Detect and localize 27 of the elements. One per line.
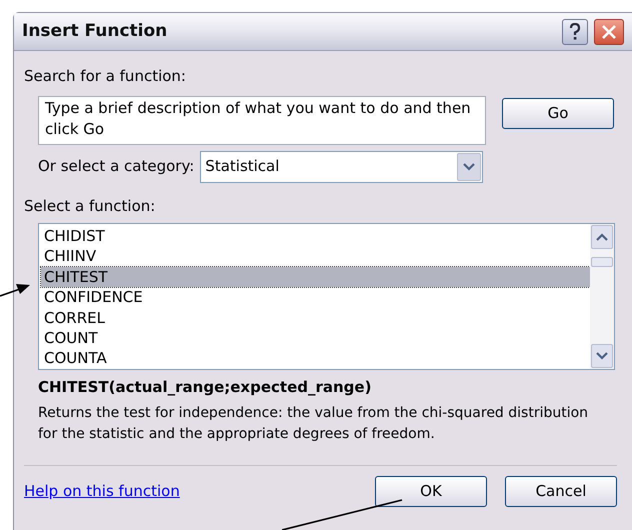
function-description: Returns the test for independence: the value from the chi-squared distribution for the statistic and the appropriate degrees of freedom.	[38, 404, 590, 444]
window-title: Insert Function	[22, 20, 168, 43]
function-item[interactable]: CONFIDENCE	[41, 287, 590, 308]
category-label: Or select a category:	[38, 156, 194, 178]
close-icon	[601, 24, 617, 40]
function-list-label: Select a function:	[24, 196, 156, 216]
function-item[interactable]: COUNTA	[41, 348, 590, 369]
scroll-up-icon[interactable]	[591, 225, 613, 249]
ok-button[interactable]: OK	[375, 476, 487, 506]
cancel-button[interactable]: Cancel	[505, 476, 617, 506]
help-link[interactable]: Help on this function	[24, 480, 180, 502]
function-item[interactable]: CHITEST	[41, 266, 590, 288]
function-item[interactable]: COUNT	[41, 328, 590, 348]
question-mark-icon	[569, 22, 581, 40]
go-button[interactable]: Go	[502, 98, 614, 128]
function-item[interactable]: CORREL	[41, 308, 590, 328]
scroll-down-icon[interactable]	[591, 344, 613, 368]
function-signature: CHITEST(actual_range;expected_range)	[38, 377, 372, 398]
help-button[interactable]	[562, 18, 588, 44]
search-field[interactable]: Type a brief description of what you want to do and then click Go	[38, 96, 486, 144]
close-button[interactable]	[594, 18, 624, 44]
scroll-thumb[interactable]	[591, 257, 613, 267]
category-dropdown[interactable]: Statistical	[200, 150, 484, 182]
function-item[interactable]: CHIDIST	[41, 226, 590, 246]
search-label: Search for a function:	[24, 66, 187, 87]
scrollbar[interactable]	[590, 224, 614, 369]
function-item[interactable]: CHIINV	[41, 246, 590, 267]
